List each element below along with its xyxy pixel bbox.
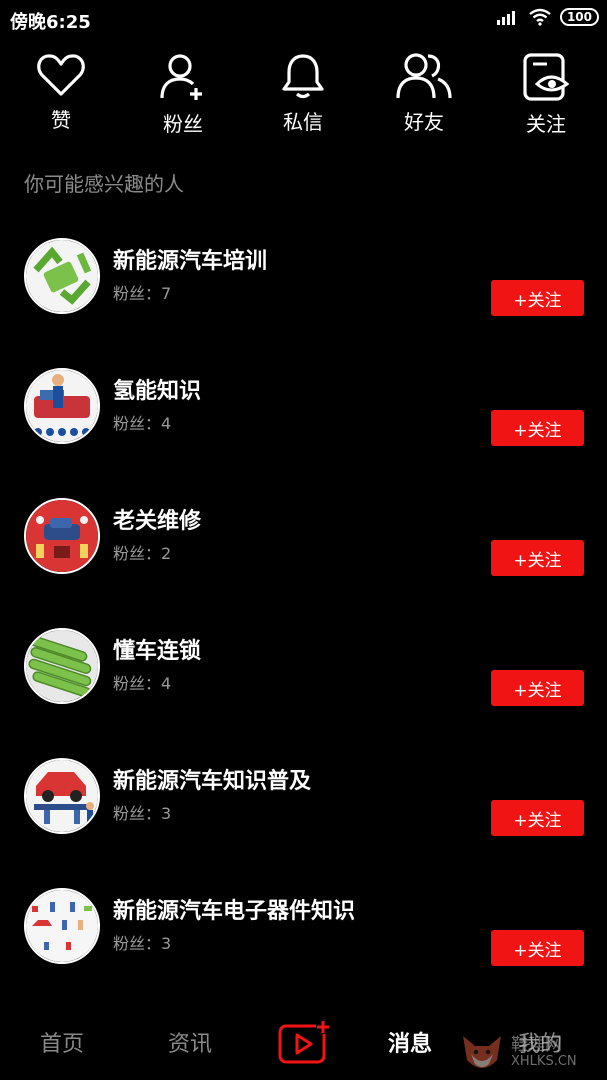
follow-button[interactable]: +关注 bbox=[491, 540, 584, 576]
action-messages[interactable]: 私信 bbox=[258, 52, 348, 135]
avatar[interactable] bbox=[24, 238, 100, 314]
battery-indicator: 100 bbox=[559, 8, 599, 26]
suggestion-fans: 粉丝：3 bbox=[113, 804, 172, 823]
bell-icon bbox=[282, 54, 324, 99]
fox-logo-icon bbox=[463, 1036, 501, 1068]
action-messages-label: 私信 bbox=[283, 110, 323, 134]
avatar[interactable] bbox=[24, 368, 100, 444]
watermark-url: XHLKS.CN bbox=[511, 1054, 577, 1069]
suggestion-name: 新能源汽车电子器件知识 bbox=[113, 899, 356, 924]
video-add-icon bbox=[278, 1020, 330, 1064]
suggestion-fans: 粉丝：4 bbox=[113, 414, 172, 433]
action-following-label: 关注 bbox=[526, 112, 566, 136]
suggestion-item[interactable]: 新能源汽车知识普及 粉丝：3 +关注 bbox=[0, 758, 607, 888]
status-icons: 100 bbox=[496, 8, 599, 26]
suggestion-fans: 粉丝：2 bbox=[113, 544, 172, 563]
action-friends-label: 好友 bbox=[404, 110, 444, 134]
suggestion-item[interactable]: 老关维修 粉丝：2 +关注 bbox=[0, 498, 607, 628]
suggestion-item[interactable]: 新能源汽车电子器件知识 粉丝：3 +关注 bbox=[0, 888, 607, 1018]
status-time: 傍晚6:25 bbox=[10, 12, 91, 33]
suggestion-name: 新能源汽车知识普及 bbox=[113, 769, 312, 794]
follow-button[interactable]: +关注 bbox=[491, 800, 584, 836]
suggestion-name: 老关维修 bbox=[113, 509, 202, 534]
watermark: 鞋理网 XHLKS.CN bbox=[459, 1030, 599, 1076]
suggestion-name: 新能源汽车培训 bbox=[113, 249, 268, 274]
avatar[interactable] bbox=[24, 758, 100, 834]
signal-icon bbox=[496, 11, 515, 25]
action-likes[interactable]: 赞 bbox=[16, 52, 106, 133]
suggestion-name: 氢能知识 bbox=[113, 379, 202, 404]
tab-messages[interactable]: 消息 bbox=[388, 1026, 432, 1058]
create-video-button[interactable] bbox=[278, 1020, 330, 1064]
follow-button[interactable]: +关注 bbox=[491, 280, 584, 316]
action-fans-label: 粉丝 bbox=[163, 112, 203, 136]
action-likes-label: 赞 bbox=[51, 108, 71, 132]
tab-home[interactable]: 首页 bbox=[40, 1026, 84, 1058]
suggestion-fans: 粉丝：4 bbox=[113, 674, 172, 693]
action-friends[interactable]: 好友 bbox=[379, 52, 469, 135]
suggestion-item[interactable]: 新能源汽车培训 粉丝：7 +关注 bbox=[0, 238, 607, 368]
suggestion-item[interactable]: 氢能知识 粉丝：4 +关注 bbox=[0, 368, 607, 498]
suggestion-fans: 粉丝：7 bbox=[113, 284, 172, 303]
suggestion-item[interactable]: 懂车连锁 粉丝：4 +关注 bbox=[0, 628, 607, 758]
avatar[interactable] bbox=[24, 498, 100, 574]
heart-icon bbox=[37, 54, 85, 96]
user-plus-icon bbox=[160, 54, 202, 100]
follow-button[interactable]: +关注 bbox=[491, 930, 584, 966]
section-title: 你可能感兴趣的人 bbox=[24, 172, 184, 196]
wifi-icon bbox=[529, 8, 551, 26]
watermark-text: 鞋理网 bbox=[511, 1035, 562, 1055]
follow-button[interactable]: +关注 bbox=[491, 670, 584, 706]
suggestion-fans: 粉丝：3 bbox=[113, 934, 172, 953]
users-icon bbox=[396, 53, 452, 99]
suggestion-name: 懂车连锁 bbox=[113, 639, 202, 664]
tab-news[interactable]: 资讯 bbox=[168, 1026, 212, 1058]
action-following[interactable]: 关注 bbox=[501, 52, 591, 137]
follow-button[interactable]: +关注 bbox=[491, 410, 584, 446]
avatar[interactable] bbox=[24, 888, 100, 964]
action-fans[interactable]: 粉丝 bbox=[138, 52, 228, 137]
eye-card-icon bbox=[523, 53, 570, 101]
message-actions: 赞 粉丝 私信 好友 关注 bbox=[0, 52, 607, 147]
status-bar: 傍晚6:25 100 bbox=[0, 0, 607, 38]
avatar[interactable] bbox=[24, 628, 100, 704]
